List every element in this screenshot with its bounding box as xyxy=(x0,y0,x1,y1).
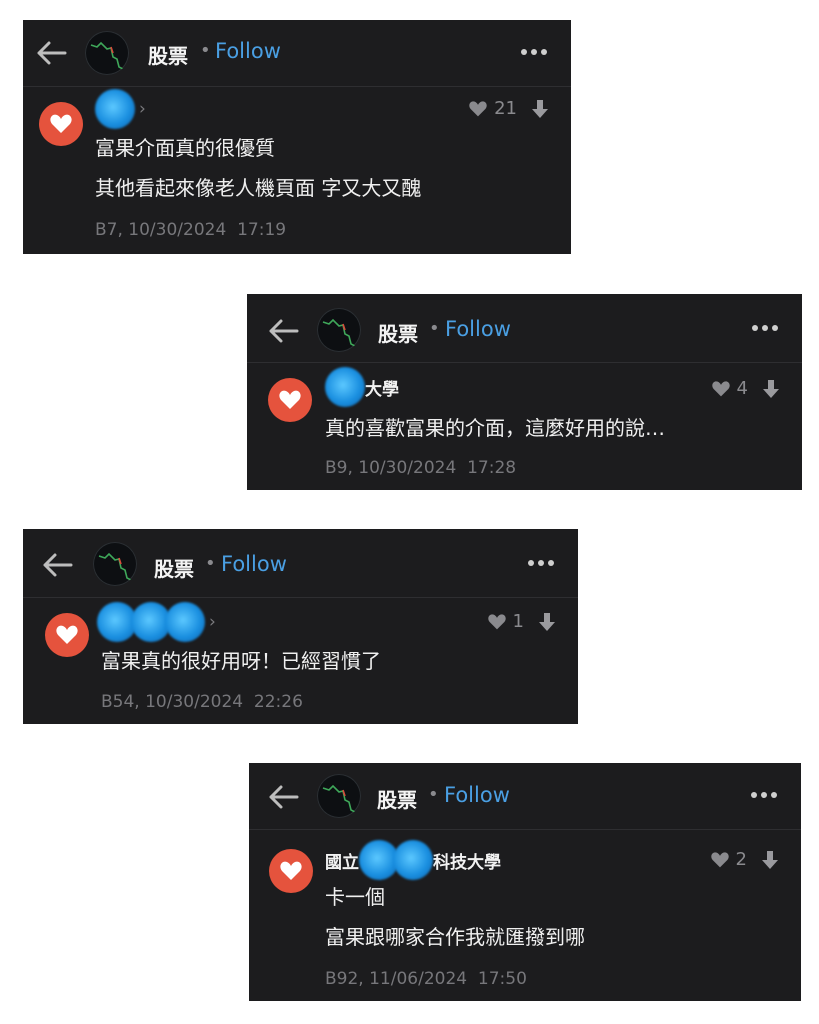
blurred-name xyxy=(325,367,365,407)
comment-card: 股票 • Follow › 21 富果介面真的很優質 其他看起來像老人機頁面 字… xyxy=(23,20,571,254)
comment-text: 富果真的很好用呀！已經習慣了 xyxy=(101,649,381,673)
like-count: 1 xyxy=(512,611,524,632)
comment-meta: B54, 10/30/2024 22:26 xyxy=(101,692,303,712)
chevron-right-icon: › xyxy=(139,99,146,119)
like-count: 2 xyxy=(735,849,747,870)
heart-icon xyxy=(469,100,487,116)
heart-reaction-badge xyxy=(39,102,83,146)
comment-date: 10/30/2024 xyxy=(145,692,244,712)
comment-date: 11/06/2024 xyxy=(369,969,468,989)
like-count: 4 xyxy=(736,378,748,399)
back-arrow-icon[interactable] xyxy=(35,39,67,67)
like-count: 21 xyxy=(494,98,517,119)
author-name-suffix: 大學 xyxy=(365,379,399,400)
comment-card: 股票 • Follow › 1 富果真的很好用呀！已經習慣了 B54, 10/3… xyxy=(23,529,578,724)
comment-time: 17:50 xyxy=(477,969,527,989)
comment-time: 17:28 xyxy=(467,458,517,478)
down-arrow-icon[interactable] xyxy=(762,379,780,399)
floor-number: B92 xyxy=(325,969,359,989)
floor-number: B9 xyxy=(325,458,348,478)
separator-dot: • xyxy=(429,318,440,339)
follow-button[interactable]: Follow xyxy=(444,783,510,807)
follow-button[interactable]: Follow xyxy=(215,39,281,63)
back-arrow-icon[interactable] xyxy=(267,317,299,345)
card-header: 股票 • Follow xyxy=(23,529,578,598)
comment-stats: 2 xyxy=(710,849,779,870)
more-dots-icon[interactable] xyxy=(750,317,780,339)
author-name[interactable]: › xyxy=(95,89,146,129)
comment-text: 富果跟哪家合作我就匯撥到哪 xyxy=(325,925,585,949)
heart-reaction-badge xyxy=(269,849,313,893)
like-button[interactable]: 21 xyxy=(468,98,517,119)
down-arrow-icon[interactable] xyxy=(531,99,549,119)
heart-reaction-badge xyxy=(45,613,89,657)
separator-dot: • xyxy=(205,553,216,574)
comment-stats: 1 xyxy=(487,611,556,632)
comment-meta: B92, 11/06/2024 17:50 xyxy=(325,969,527,989)
comment-text: 真的喜歡富果的介面，這麼好用的說… xyxy=(325,416,665,440)
separator-dot: • xyxy=(428,784,439,805)
blurred-name xyxy=(393,840,433,880)
card-header: 股票 • Follow xyxy=(247,294,802,363)
down-arrow-icon[interactable] xyxy=(761,850,779,870)
forum-avatar[interactable] xyxy=(317,774,361,818)
comment-meta: B9, 10/30/2024 17:28 xyxy=(325,458,517,478)
follow-button[interactable]: Follow xyxy=(445,317,511,341)
floor-number: B54 xyxy=(101,692,135,712)
comment-time: 17:19 xyxy=(237,220,287,240)
comment-text: 其他看起來像老人機頁面 字又大又醜 xyxy=(95,176,422,200)
like-button[interactable]: 4 xyxy=(711,378,748,399)
blurred-name xyxy=(95,89,135,129)
author-name-suffix: 科技大學 xyxy=(433,852,501,873)
forum-avatar[interactable] xyxy=(317,308,361,352)
blurred-name xyxy=(165,602,205,642)
card-header: 股票 • Follow xyxy=(249,763,801,830)
comment-date: 10/30/2024 xyxy=(128,220,227,240)
comment-meta: B7, 10/30/2024 17:19 xyxy=(95,220,287,240)
more-dots-icon[interactable] xyxy=(526,552,556,574)
comment-text: 卡一個 xyxy=(325,885,385,909)
author-name-prefix: 國立 xyxy=(325,852,359,873)
more-dots-icon[interactable] xyxy=(749,784,779,806)
heart-icon xyxy=(710,851,729,867)
card-header: 股票 • Follow xyxy=(23,20,571,87)
back-arrow-icon[interactable] xyxy=(41,551,73,579)
forum-name[interactable]: 股票 xyxy=(148,40,188,69)
comment-card: 股票 • Follow 大學 4 真的喜歡富果的介面，這麼好用的說… B9, 1… xyxy=(247,294,802,490)
forum-avatar[interactable] xyxy=(93,542,137,586)
forum-name[interactable]: 股票 xyxy=(154,553,194,582)
forum-name[interactable]: 股票 xyxy=(377,784,417,813)
follow-button[interactable]: Follow xyxy=(221,552,287,576)
down-arrow-icon[interactable] xyxy=(538,612,556,632)
comment-date: 10/30/2024 xyxy=(358,458,457,478)
like-button[interactable]: 2 xyxy=(710,849,747,870)
floor-number: B7 xyxy=(95,220,118,240)
separator-dot: • xyxy=(200,40,211,61)
comment-time: 22:26 xyxy=(253,692,303,712)
author-name[interactable]: › xyxy=(97,602,216,642)
comment-card: 股票 • Follow 國立 科技大學 2 卡一個 富果跟哪家合作我就匯撥到哪 … xyxy=(249,763,801,1001)
comment-stats: 21 xyxy=(468,98,549,119)
comment-text: 富果介面真的很優質 xyxy=(95,136,275,160)
more-dots-icon[interactable] xyxy=(519,41,549,63)
heart-icon xyxy=(487,613,506,629)
chevron-right-icon: › xyxy=(209,612,216,632)
author-name[interactable]: 國立 科技大學 xyxy=(325,840,501,880)
heart-reaction-badge xyxy=(268,378,312,422)
like-button[interactable]: 1 xyxy=(487,611,524,632)
back-arrow-icon[interactable] xyxy=(267,783,299,811)
heart-icon xyxy=(711,380,730,396)
author-name[interactable]: 大學 xyxy=(325,367,399,407)
comment-stats: 4 xyxy=(711,378,780,399)
forum-avatar[interactable] xyxy=(85,31,129,75)
forum-name[interactable]: 股票 xyxy=(378,318,418,347)
